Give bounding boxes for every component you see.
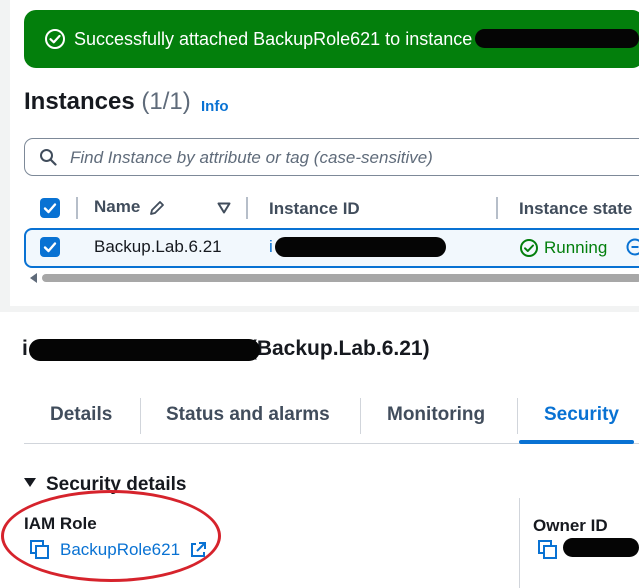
owner-id-label: Owner ID <box>533 516 608 536</box>
column-separator <box>496 197 498 219</box>
search-icon <box>39 148 57 166</box>
info-link[interactable]: Info <box>201 98 229 115</box>
scrollbar-thumb[interactable] <box>42 274 639 282</box>
column-divider <box>519 498 520 588</box>
active-tab-indicator <box>519 440 634 444</box>
redacted-instance-id <box>475 29 639 48</box>
redacted-instance-id <box>275 237 446 257</box>
instances-count: (1/1) <box>141 88 190 115</box>
instance-state: Running <box>544 238 607 258</box>
search-placeholder: Find Instance by attribute or tag (case-… <box>70 148 433 168</box>
page-title: Instances <box>24 88 135 115</box>
tab-separator <box>140 398 141 434</box>
sort-down-icon[interactable] <box>217 202 231 214</box>
column-separator <box>76 197 78 219</box>
running-status-icon <box>519 238 539 258</box>
tab-separator <box>517 398 518 434</box>
instance-detail-id: i <box>22 337 28 360</box>
column-separator <box>246 197 248 219</box>
scroll-left-icon[interactable] <box>30 273 37 283</box>
tab-separator <box>360 398 361 434</box>
checkbox-checked-icon <box>43 240 57 254</box>
flash-message: Successfully attached BackupRole621 to i… <box>74 29 487 50</box>
tab-monitoring[interactable]: Monitoring <box>387 404 485 426</box>
check-circle-icon <box>44 28 66 50</box>
tab-status-and-alarms[interactable]: Status and alarms <box>166 404 330 426</box>
row-checkbox[interactable] <box>40 237 60 257</box>
instance-id-link[interactable]: i <box>269 237 273 257</box>
column-header-instance-state[interactable]: Instance state <box>519 199 632 219</box>
tab-details[interactable]: Details <box>50 404 112 426</box>
checkbox-checked-icon <box>43 201 57 215</box>
redacted-instance-id <box>29 339 260 361</box>
pencil-icon <box>148 199 166 217</box>
caret-down-icon <box>24 478 36 487</box>
redacted-owner-id <box>563 538 639 557</box>
select-all-checkbox[interactable] <box>40 198 60 218</box>
instance-detail-name: (Backup.Lab.6.21) <box>250 337 430 360</box>
column-header-name[interactable]: Name <box>94 197 140 217</box>
annotation-ellipse <box>1 490 221 582</box>
instances-heading: Instances (1/1) <box>24 88 191 116</box>
column-header-instance-id[interactable]: Instance ID <box>269 199 360 219</box>
horizontal-scrollbar[interactable] <box>30 272 639 284</box>
tab-security[interactable]: Security <box>544 404 619 426</box>
instance-name: Backup.Lab.6.21 <box>94 237 222 257</box>
zoom-icon[interactable] <box>625 237 639 257</box>
copy-icon[interactable] <box>538 540 558 560</box>
search-input[interactable]: Find Instance by attribute or tag (case-… <box>24 138 639 176</box>
